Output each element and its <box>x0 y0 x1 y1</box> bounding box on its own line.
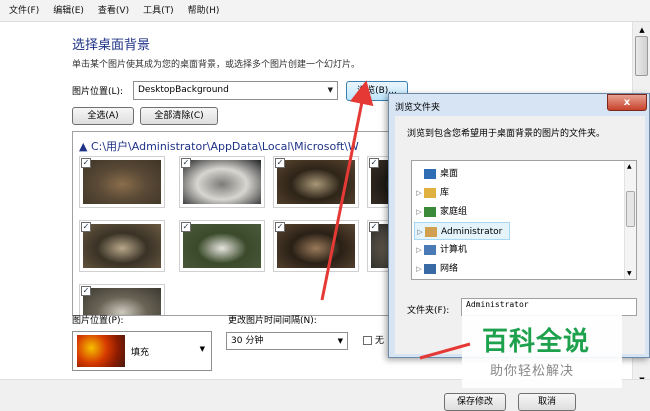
tree-item[interactable]: ▷控制面板 <box>414 279 476 280</box>
interval-label: 更改图片时间间隔(N): <box>228 316 317 326</box>
clear-all-button[interactable]: 全部清除(C) <box>140 107 218 125</box>
checkbox-icon <box>363 336 372 345</box>
folder-path[interactable]: ▲ C:\用户\Administrator\AppData\Local\Micr… <box>79 138 359 154</box>
tree-scrollbar[interactable]: ▲ ▼ <box>624 161 636 279</box>
shuffle-label: 无 <box>375 336 385 346</box>
wolf-image <box>183 224 261 268</box>
checkbox-checked-icon[interactable]: ✓ <box>369 158 379 168</box>
location-select[interactable]: DesktopBackground ▼ <box>133 81 338 100</box>
menu-bar: 文件(F) 编辑(E) 查看(V) 工具(T) 帮助(H) <box>0 0 650 22</box>
location-value: DesktopBackground <box>138 85 229 95</box>
folder-icon <box>425 226 437 237</box>
menu-edit[interactable]: 编辑(E) <box>46 0 91 22</box>
wolf-image <box>183 160 261 204</box>
interval-select[interactable]: 30 分钟 ▼ <box>226 332 348 350</box>
checkbox-checked-icon[interactable]: ✓ <box>81 286 91 296</box>
expand-icon[interactable]: ▷ <box>414 241 424 259</box>
folder-label: 文件夹(F): <box>407 306 450 316</box>
expand-icon[interactable]: ▷ <box>414 184 424 202</box>
close-icon[interactable]: x <box>607 94 647 111</box>
tree-item-label: Administrator <box>441 227 503 237</box>
tree-item-label: 网络 <box>440 264 459 274</box>
expand-icon[interactable]: ▷ <box>414 203 424 221</box>
expand-icon[interactable]: ▷ <box>414 279 424 280</box>
location-label: 图片位置(L): <box>72 87 124 97</box>
interval-value: 30 分钟 <box>231 336 264 346</box>
folder-icon <box>424 187 436 198</box>
menu-file[interactable]: 文件(F) <box>2 0 46 22</box>
checkbox-checked-icon[interactable]: ✓ <box>81 222 91 232</box>
checkbox-checked-icon[interactable]: ✓ <box>275 158 285 168</box>
wallpaper-thumbnail[interactable]: ✓ <box>273 220 359 272</box>
folder-icon <box>424 263 436 274</box>
instruction-text: 单击某个图片使其成为您的桌面背景，或选择多个图片创建一个幻灯片。 <box>72 60 361 70</box>
page-title: 选择桌面背景 <box>72 38 151 53</box>
wolf-image <box>83 288 161 315</box>
wolf-image <box>277 160 355 204</box>
tree-item-label: 桌面 <box>440 169 459 179</box>
chevron-down-icon: ▼ <box>199 345 205 353</box>
scroll-thumb[interactable] <box>626 191 635 227</box>
wallpaper-thumbnail[interactable]: ✓ <box>179 156 265 208</box>
wolf-image <box>83 224 161 268</box>
wallpaper-thumbnail[interactable]: ✓ <box>79 156 165 208</box>
checkbox-checked-icon[interactable]: ✓ <box>181 222 191 232</box>
tree-item[interactable]: ▷ 家庭组 <box>414 203 467 221</box>
checkbox-checked-icon[interactable]: ✓ <box>369 222 379 232</box>
wolf-image <box>277 224 355 268</box>
checkbox-checked-icon[interactable]: ✓ <box>181 158 191 168</box>
wallpaper-gallery: ▲ C:\用户\Administrator\AppData\Local\Micr… <box>72 131 394 316</box>
menu-help[interactable]: 帮助(H) <box>181 0 227 22</box>
position-label: 图片位置(P): <box>72 316 124 326</box>
checkbox-checked-icon[interactable]: ✓ <box>81 158 91 168</box>
position-value: 填充 <box>131 348 150 358</box>
shuffle-checkbox[interactable]: 无 <box>363 333 384 346</box>
tree-item[interactable]: ▷ 网络 <box>414 260 458 278</box>
wallpaper-thumbnail[interactable]: ✓ <box>79 220 165 272</box>
save-changes-button[interactable]: 保存修改 <box>444 393 506 411</box>
menu-tools[interactable]: 工具(T) <box>136 0 181 22</box>
position-select[interactable]: 填充 ▼ <box>72 331 212 371</box>
folder-icon <box>424 168 436 179</box>
folder-icon <box>424 244 436 255</box>
cancel-button[interactable]: 取消 <box>518 393 576 411</box>
watermark-subtitle: 助你轻松解决 <box>490 364 575 379</box>
dialog-description: 浏览到包含您希望用于桌面背景的图片的文件夹。 <box>407 129 606 139</box>
scroll-down-icon[interactable]: ▼ <box>627 270 632 277</box>
tree-item-label: 库 <box>440 188 450 198</box>
menu-view[interactable]: 查看(V) <box>91 0 136 22</box>
folder-icon <box>424 206 436 217</box>
tree-item[interactable]: ▷ Administrator <box>414 222 510 240</box>
dialog-title: 浏览文件夹 <box>395 103 441 113</box>
tree-item-label: 家庭组 <box>440 207 468 217</box>
select-all-button[interactable]: 全选(A) <box>72 107 134 125</box>
watermark: 百科全说 助你轻松解决 <box>462 313 622 388</box>
tree-item[interactable]: ▷ 计算机 <box>414 241 467 259</box>
wallpaper-thumbnail[interactable]: ✓ <box>273 156 359 208</box>
chevron-down-icon: ▼ <box>327 86 333 94</box>
expand-icon[interactable]: ▷ <box>414 260 424 278</box>
checkbox-checked-icon[interactable]: ✓ <box>275 222 285 232</box>
watermark-title: 百科全说 <box>482 327 591 357</box>
position-preview <box>77 335 125 367</box>
wallpaper-thumbnail[interactable]: ✓ <box>79 284 165 315</box>
scroll-up-icon[interactable]: ▲ <box>627 163 632 170</box>
folder-tree: 桌面▷库▷家庭组▷Administrator▷计算机▷网络▷控制面板 ▲ ▼ <box>411 160 637 280</box>
chevron-down-icon: ▼ <box>337 337 343 345</box>
expand-icon[interactable]: ▷ <box>415 223 425 241</box>
tree-item[interactable]: 桌面 <box>414 165 458 183</box>
tree-item-label: 计算机 <box>440 245 468 255</box>
scroll-thumb[interactable] <box>635 36 648 76</box>
wallpaper-thumbnail[interactable]: ✓ <box>179 220 265 272</box>
wolf-image <box>83 160 161 204</box>
tree-item[interactable]: ▷ 库 <box>414 184 449 202</box>
